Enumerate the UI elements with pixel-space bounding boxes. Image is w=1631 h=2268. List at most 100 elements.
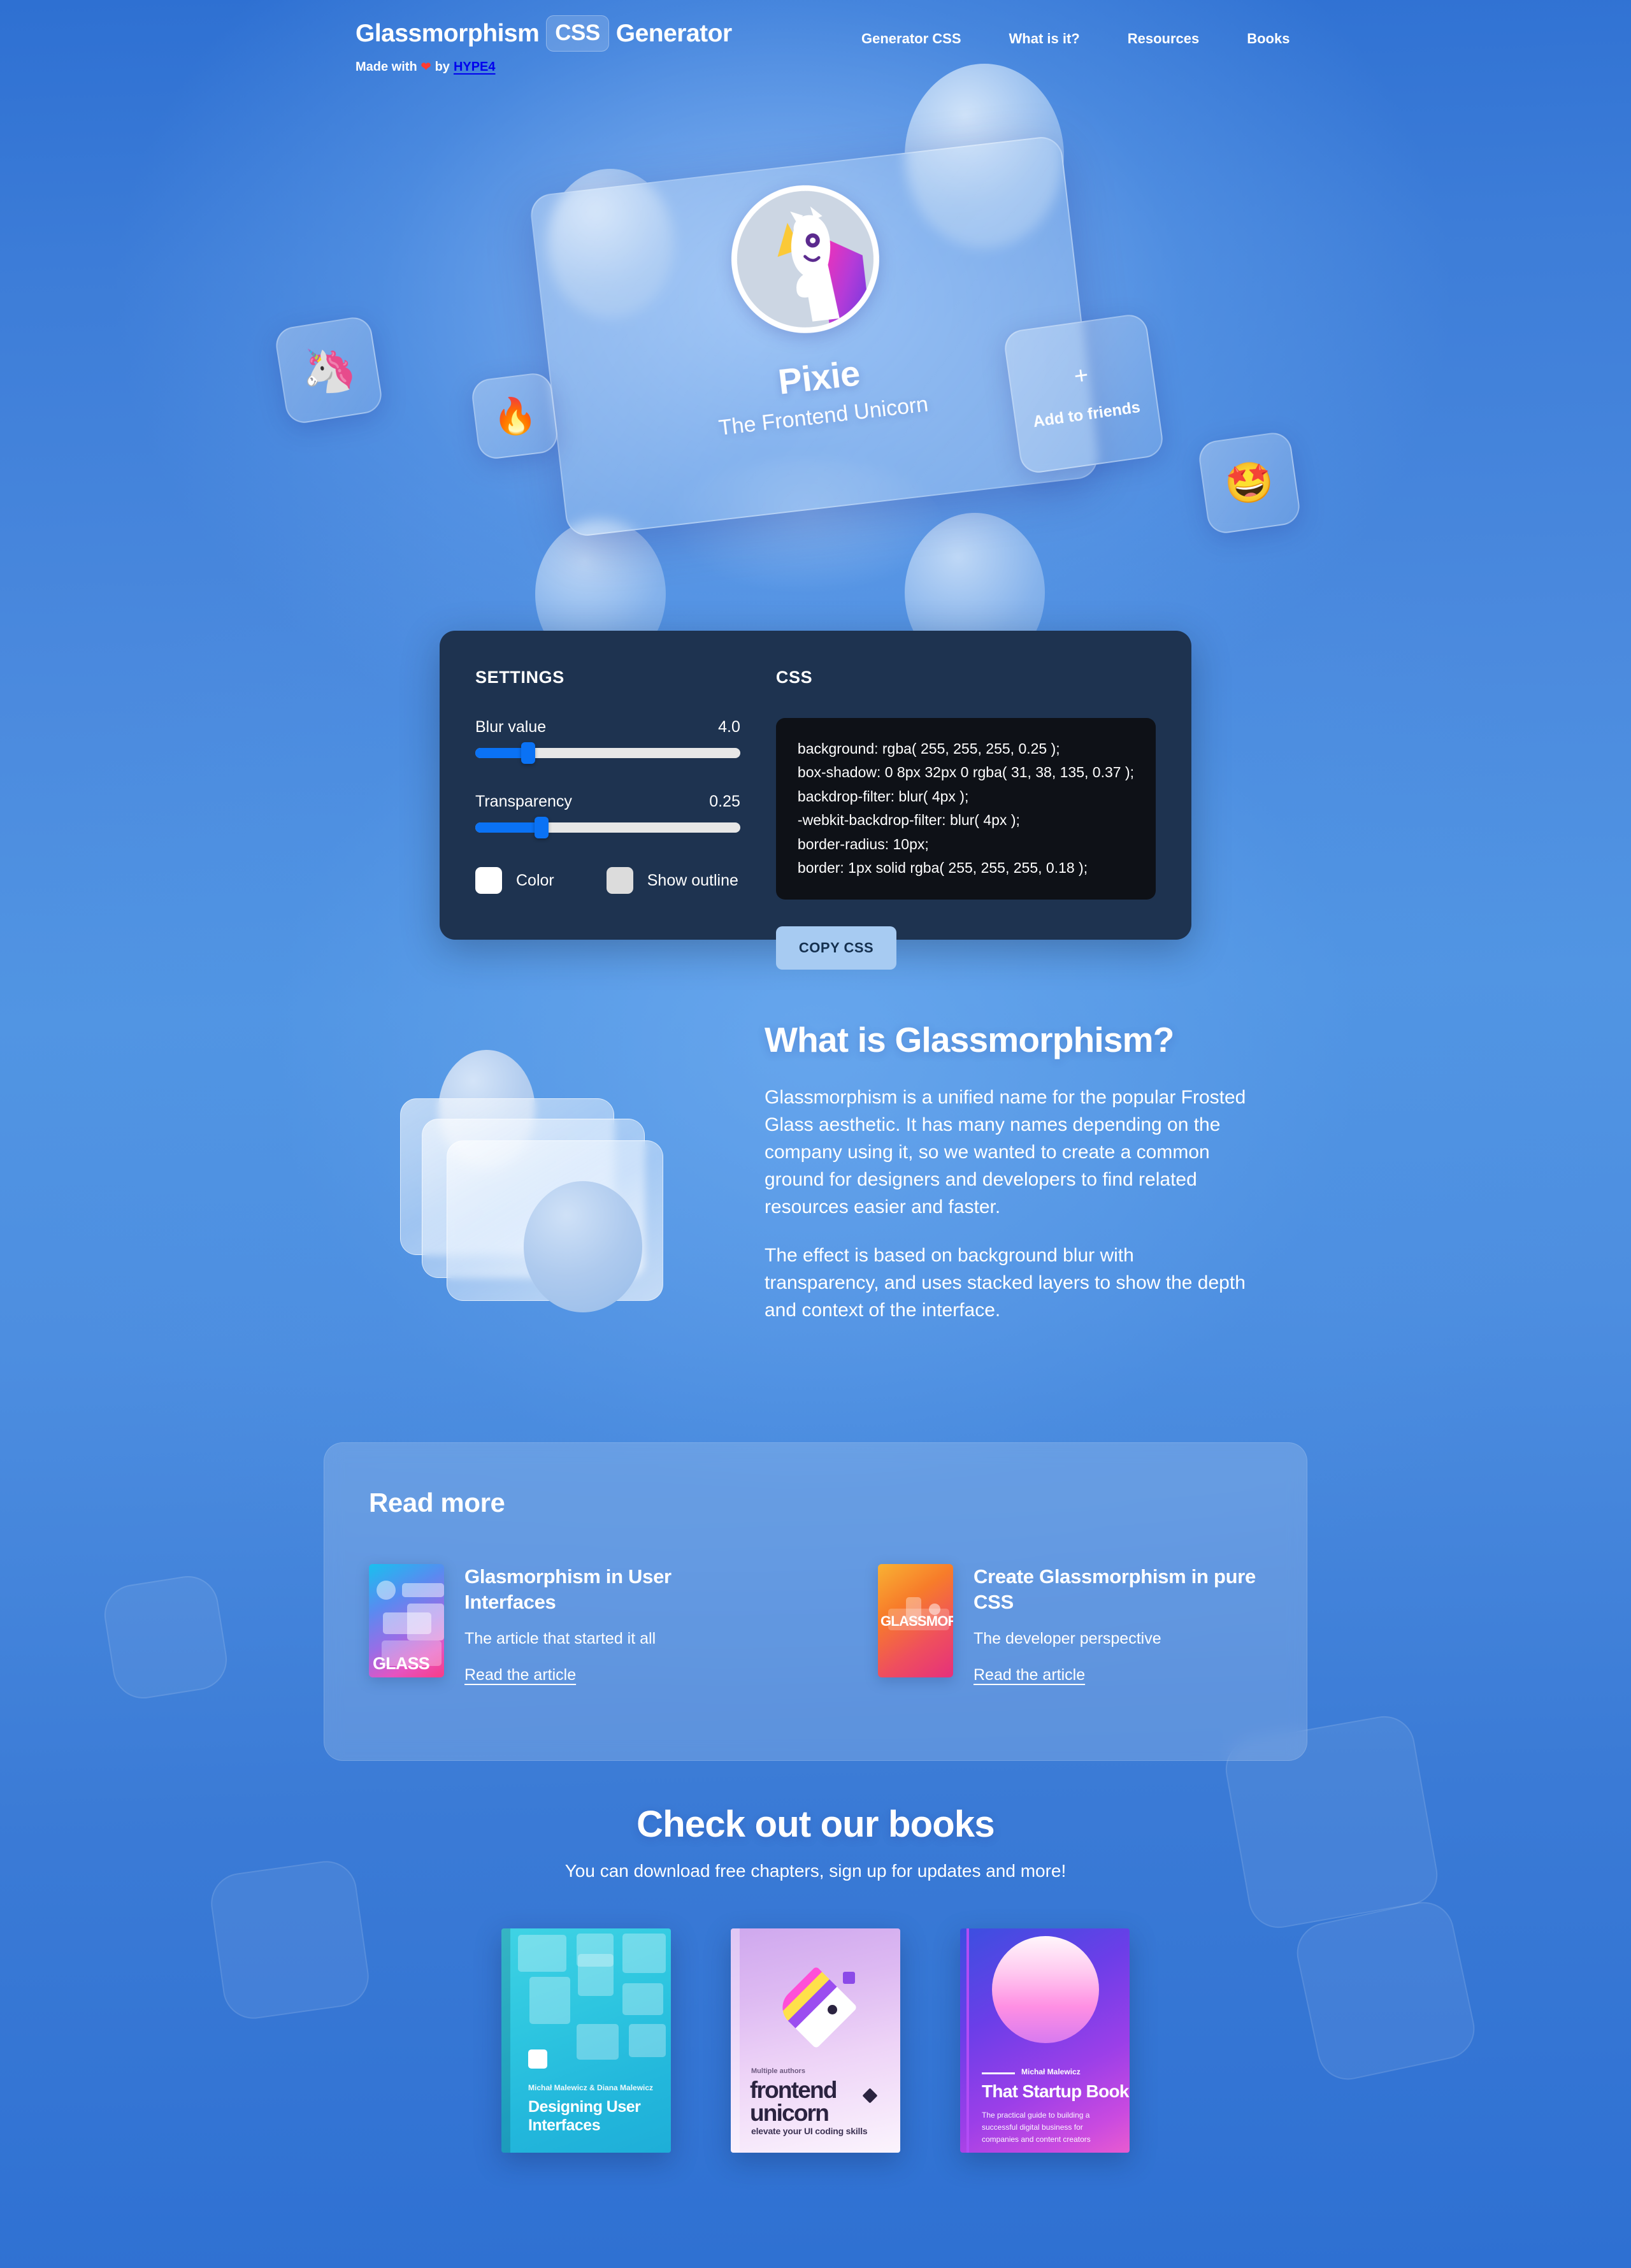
- main-nav: Generator CSS What is it? Resources Book…: [861, 31, 1290, 47]
- what-is-paragraph-1: Glassmorphism is a unified name for the …: [765, 1087, 1246, 1217]
- article-body: Create Glassmorphism in pure CSS The dev…: [974, 1564, 1262, 1684]
- books-section: Check out our books You can download fre…: [0, 1803, 1631, 2153]
- generator-panel: SETTINGS Blur value 4.0 Transparency 0.2…: [440, 631, 1191, 970]
- blur-slider-thumb[interactable]: [521, 742, 536, 764]
- article-title: Glasmorphism in User Interfaces: [464, 1565, 672, 1613]
- rule-line: [982, 2072, 1015, 2074]
- transparency-slider-row: Transparency 0.25: [475, 793, 740, 811]
- blur-value: 4.0: [718, 718, 740, 736]
- book-cover-designing-user-interfaces[interactable]: Michał Malewicz & Diana Malewicz Designi…: [501, 1928, 671, 2153]
- star-struck-emoji-icon: 🤩: [1221, 457, 1277, 508]
- transparency-value: 0.25: [709, 793, 740, 810]
- blur-slider-block: Blur value 4.0: [475, 718, 740, 764]
- unicorn-logo-eye: [828, 2005, 837, 2014]
- transparency-slider[interactable]: [475, 817, 740, 838]
- blur-slider-fill: [475, 748, 529, 758]
- settings-heading: SETTINGS: [475, 668, 564, 687]
- css-code-block[interactable]: background: rgba( 255, 255, 255, 0.25 );…: [775, 718, 1156, 900]
- book-tagline: The practical guide to building a succes…: [982, 2111, 1091, 2144]
- profile-tagline: The Frontend Unicorn: [717, 392, 930, 441]
- brand-subtitle: Made with ❤ by HYPE4: [356, 60, 732, 75]
- unicorn-logo-square: [843, 1972, 855, 1984]
- brand-css-chip: CSS: [546, 15, 609, 52]
- hero-scene: Pixie The Frontend Unicorn 🦄 🔥 🤩 + Add t…: [0, 70, 1631, 631]
- article-description: The article that started it all: [464, 1630, 656, 1648]
- brand-word-glassmorphism: Glassmorphism: [356, 20, 540, 47]
- blur-label: Blur value: [475, 718, 547, 736]
- brand-word-generator: Generator: [615, 20, 732, 47]
- nav-item-resources[interactable]: Resources: [1128, 31, 1200, 47]
- css-line-border: border: 1px solid rgba( 255, 255, 255, 0…: [797, 859, 1088, 877]
- illustration-sphere-front: [524, 1181, 642, 1312]
- settings-column: SETTINGS Blur value 4.0 Transparency 0.2…: [475, 668, 740, 903]
- read-more-panel: Read more GLASS Glasmorphism in User Int…: [324, 1442, 1307, 1761]
- read-more-title: Read more: [369, 1488, 505, 1518]
- books-title: Check out our books: [636, 1804, 995, 1845]
- avatar: [723, 177, 887, 341]
- blur-slider[interactable]: [475, 742, 740, 764]
- css-line-background: background: rgba( 255, 255, 255, 0.25 );: [797, 740, 1060, 757]
- book-tagline: elevate your UI coding skills: [751, 2126, 868, 2136]
- add-to-friends-tile[interactable]: + Add to friends: [1002, 312, 1165, 475]
- publisher-logo: [528, 2049, 547, 2069]
- article-card[interactable]: GLASS Glasmorphism in User Interfaces Th…: [369, 1564, 753, 1684]
- article-card[interactable]: GLASSMORP Create Glassmorphism in pure C…: [878, 1564, 1262, 1684]
- nav-item-generator-css[interactable]: Generator CSS: [861, 31, 961, 47]
- css-column: CSS background: rgba( 255, 255, 255, 0.2…: [775, 668, 1156, 970]
- fire-emoji-icon: 🔥: [490, 392, 540, 439]
- transparency-label: Transparency: [475, 793, 572, 810]
- show-outline-checkbox[interactable]: [606, 867, 633, 894]
- heart-icon: ❤: [420, 61, 431, 74]
- book-cover-that-startup-book[interactable]: Michał Malewicz That Startup Book The pr…: [960, 1928, 1130, 2153]
- blur-slider-row: Blur value 4.0: [475, 718, 740, 736]
- emoji-tile-star-struck[interactable]: 🤩: [1196, 430, 1302, 536]
- article-description: The developer perspective: [974, 1630, 1161, 1648]
- books-subtitle: You can download free chapters, sign up …: [564, 1861, 1067, 1881]
- book-title: That Startup Book: [982, 2081, 1129, 2101]
- articles-row: GLASS Glasmorphism in User Interfaces Th…: [369, 1564, 1262, 1684]
- css-line-border-radius: border-radius: 10px;: [797, 835, 929, 852]
- article-body: Glasmorphism in User Interfaces The arti…: [464, 1564, 753, 1684]
- article-read-link[interactable]: Read the article: [464, 1666, 576, 1684]
- brand[interactable]: Glassmorphism CSS Generator Made with ❤ …: [356, 15, 732, 75]
- profile-name: Pixie: [776, 352, 862, 402]
- color-label: Color: [516, 871, 554, 889]
- book-author: Michał Malewicz: [1021, 2067, 1081, 2076]
- transparency-slider-block: Transparency 0.25: [475, 793, 740, 838]
- color-swatch-checkbox[interactable]: [475, 867, 502, 894]
- transparency-slider-thumb[interactable]: [534, 817, 549, 838]
- what-is-text-block: What is Glassmorphism? Glassmorphism is …: [765, 1013, 1249, 1324]
- book-author: Michał Malewicz & Diana Malewicz: [528, 2083, 654, 2092]
- what-is-title: What is Glassmorphism?: [765, 1020, 1174, 1059]
- book-spine: [966, 1928, 969, 2153]
- book-title: frontend unicorn: [750, 2077, 837, 2126]
- article-read-link[interactable]: Read the article: [974, 1666, 1085, 1684]
- css-line-box-shadow: box-shadow: 0 8px 32px 0 rgba( 31, 38, 1…: [797, 764, 1134, 781]
- show-outline-label: Show outline: [647, 871, 738, 889]
- add-to-friends-label: Add to friends: [1031, 398, 1142, 431]
- book-cover-frontend-unicorn[interactable]: Multiple authors frontend unicorn elevat…: [731, 1928, 900, 2153]
- options-row: Color Show outline: [475, 867, 740, 894]
- copy-css-button[interactable]: COPY CSS: [775, 926, 897, 970]
- brand-title: Glassmorphism CSS Generator: [356, 15, 732, 52]
- made-with-label: Made with: [356, 60, 417, 74]
- css-line-backdrop-filter: backdrop-filter: blur( 4px );: [797, 787, 969, 805]
- book-spine: [501, 1928, 510, 2153]
- css-heading: CSS: [775, 668, 813, 687]
- stacked-layers-illustration: [382, 1037, 701, 1312]
- nav-item-books[interactable]: Books: [1247, 31, 1290, 47]
- site-header: Glassmorphism CSS Generator Made with ❤ …: [0, 0, 1631, 96]
- what-is-paragraph-2: The effect is based on background blur w…: [765, 1245, 1246, 1321]
- emoji-tile-fire[interactable]: 🔥: [470, 371, 560, 461]
- book-author: Multiple authors: [751, 2067, 805, 2075]
- nav-item-what-is-it[interactable]: What is it?: [1009, 31, 1080, 47]
- css-line-webkit-backdrop: -webkit-backdrop-filter: blur( 4px );: [797, 812, 1020, 829]
- article-thumb-word: GLASS: [373, 1654, 430, 1673]
- book-title: Designing User Interfaces: [528, 2098, 641, 2134]
- hype4-link[interactable]: HYPE4: [454, 60, 496, 75]
- book-spine: [731, 1928, 740, 2153]
- article-title: Create Glassmorphism in pure CSS: [974, 1565, 1256, 1613]
- article-thumbnail: GLASS: [369, 1564, 444, 1677]
- article-thumb-word: GLASSMORP: [880, 1613, 953, 1629]
- emoji-tile-unicorn[interactable]: 🦄: [273, 315, 384, 426]
